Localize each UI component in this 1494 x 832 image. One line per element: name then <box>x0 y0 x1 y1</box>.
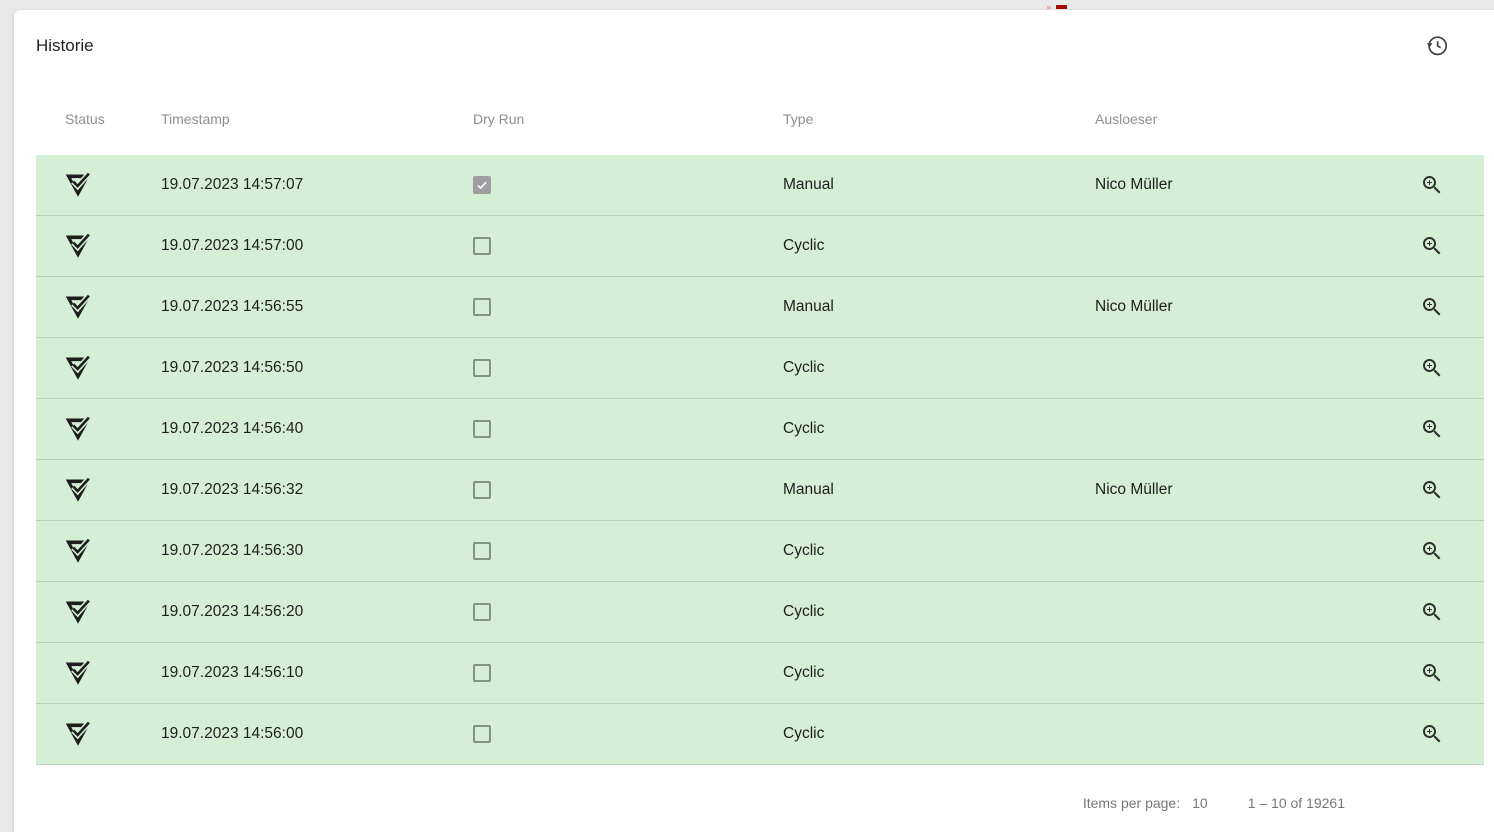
page-title: Historie <box>36 36 94 56</box>
history-icon <box>1424 33 1450 59</box>
timestamp-cell: 19.07.2023 14:56:32 <box>161 481 473 499</box>
type-cell: Cyclic <box>783 603 1095 621</box>
status-success-triangle-icon <box>63 415 93 443</box>
table-row: 19.07.2023 14:56:30 Cyclic <box>36 521 1484 582</box>
timestamp-cell: 19.07.2023 14:56:20 <box>161 603 473 621</box>
next-page-button[interactable] <box>1429 783 1469 823</box>
table-row: 19.07.2023 14:56:10 Cyclic <box>36 643 1484 704</box>
zoom-in-icon[interactable] <box>1420 478 1444 502</box>
col-header-timestamp: Timestamp <box>161 111 473 127</box>
ausloeser-cell: Nico Müller <box>1095 298 1420 316</box>
red-artifact-faint <box>1047 6 1051 9</box>
dry-run-checkbox[interactable] <box>473 420 491 438</box>
col-header-status: Status <box>36 111 161 127</box>
status-success-triangle-icon <box>63 171 93 199</box>
zoom-in-icon[interactable] <box>1420 417 1444 441</box>
col-header-type: Type <box>783 111 1095 127</box>
ausloeser-cell: Nico Müller <box>1095 481 1420 499</box>
status-success-triangle-icon <box>63 537 93 565</box>
history-card: Historie Status Timestamp Dry Run Type A… <box>14 10 1494 832</box>
zoom-in-icon[interactable] <box>1420 173 1444 197</box>
type-cell: Cyclic <box>783 420 1095 438</box>
previous-page-button[interactable] <box>1389 783 1429 823</box>
dry-run-checkbox[interactable] <box>473 542 491 560</box>
status-success-triangle-icon <box>63 354 93 382</box>
dry-run-checkbox[interactable] <box>473 481 491 499</box>
zoom-in-icon[interactable] <box>1420 661 1444 685</box>
table-row: 19.07.2023 14:56:50 Cyclic <box>36 338 1484 399</box>
chevron-left-icon <box>1397 791 1421 815</box>
ausloeser-cell: Nico Müller <box>1095 176 1420 194</box>
timestamp-cell: 19.07.2023 14:56:55 <box>161 298 473 316</box>
dry-run-checkbox[interactable] <box>473 664 491 682</box>
dry-run-checkbox[interactable] <box>473 359 491 377</box>
table-row: 19.07.2023 14:56:32 Manual Nico Müller <box>36 460 1484 521</box>
zoom-in-icon[interactable] <box>1420 539 1444 563</box>
status-success-triangle-icon <box>63 659 93 687</box>
col-header-dry-run: Dry Run <box>473 111 783 127</box>
type-cell: Manual <box>783 298 1095 316</box>
table-header: Status Timestamp Dry Run Type Ausloeser <box>36 82 1484 155</box>
zoom-in-icon[interactable] <box>1420 234 1444 258</box>
table-row: 19.07.2023 14:56:00 Cyclic <box>36 704 1484 765</box>
type-cell: Manual <box>783 481 1095 499</box>
timestamp-cell: 19.07.2023 14:56:50 <box>161 359 473 377</box>
timestamp-cell: 19.07.2023 14:56:00 <box>161 725 473 743</box>
status-success-triangle-icon <box>63 720 93 748</box>
type-cell: Cyclic <box>783 542 1095 560</box>
items-per-page-select[interactable]: 10 <box>1192 795 1208 811</box>
table-row: 19.07.2023 14:56:55 Manual Nico Müller <box>36 277 1484 338</box>
items-per-page-label: Items per page: <box>1083 795 1180 811</box>
zoom-in-icon[interactable] <box>1420 600 1444 624</box>
status-success-triangle-icon <box>63 293 93 321</box>
status-success-triangle-icon <box>63 476 93 504</box>
items-per-page: Items per page: 10 <box>1083 795 1208 811</box>
type-cell: Manual <box>783 176 1095 194</box>
red-artifact <box>1056 5 1067 9</box>
col-header-ausloeser: Ausloeser <box>1095 111 1420 127</box>
dry-run-checkbox[interactable] <box>473 298 491 316</box>
table-row: 19.07.2023 14:56:20 Cyclic <box>36 582 1484 643</box>
chevron-right-icon <box>1437 791 1461 815</box>
timestamp-cell: 19.07.2023 14:57:07 <box>161 176 473 194</box>
dry-run-checkbox[interactable] <box>473 725 491 743</box>
table-row: 19.07.2023 14:57:00 Cyclic <box>36 216 1484 277</box>
zoom-in-icon[interactable] <box>1420 722 1444 746</box>
dry-run-checkbox[interactable] <box>473 237 491 255</box>
zoom-in-icon[interactable] <box>1420 356 1444 380</box>
table-row: 19.07.2023 14:57:07 Manual Nico Müller <box>36 155 1484 216</box>
paginator-range-label: 1 – 10 of 19261 <box>1248 795 1345 811</box>
timestamp-cell: 19.07.2023 14:56:10 <box>161 664 473 682</box>
timestamp-cell: 19.07.2023 14:56:30 <box>161 542 473 560</box>
card-header: Historie <box>14 10 1494 82</box>
timestamp-cell: 19.07.2023 14:57:00 <box>161 237 473 255</box>
check-icon <box>475 177 489 193</box>
status-success-triangle-icon <box>63 598 93 626</box>
zoom-in-icon[interactable] <box>1420 295 1444 319</box>
history-button[interactable] <box>1424 33 1450 59</box>
dry-run-checkbox[interactable] <box>473 176 491 194</box>
type-cell: Cyclic <box>783 725 1095 743</box>
type-cell: Cyclic <box>783 664 1095 682</box>
table-row: 19.07.2023 14:56:40 Cyclic <box>36 399 1484 460</box>
timestamp-cell: 19.07.2023 14:56:40 <box>161 420 473 438</box>
dry-run-checkbox[interactable] <box>473 603 491 621</box>
status-success-triangle-icon <box>63 232 93 260</box>
paginator: Items per page: 10 1 – 10 of 19261 <box>14 775 1494 831</box>
type-cell: Cyclic <box>783 359 1095 377</box>
type-cell: Cyclic <box>783 237 1095 255</box>
table-body: 19.07.2023 14:57:07 Manual Nico Müller 1… <box>14 155 1494 765</box>
